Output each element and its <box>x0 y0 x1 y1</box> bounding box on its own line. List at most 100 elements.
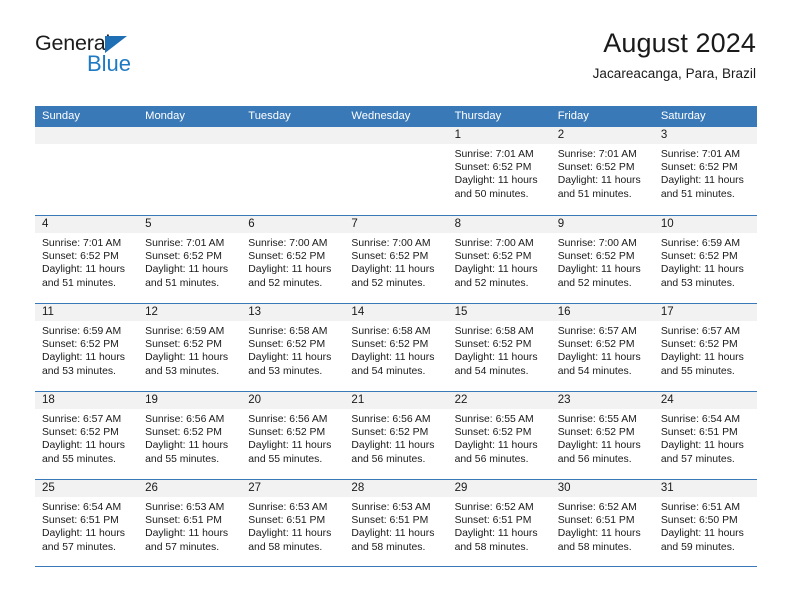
day-cell[interactable]: 13 Sunrise: 6:58 AM Sunset: 6:52 PM Dayligh… <box>241 304 345 391</box>
day-sun-info: Sunrise: 6:59 AM Sunset: 6:52 PM Daylight:… <box>654 233 757 290</box>
day-sun-info: Sunrise: 6:53 AM Sunset: 6:51 PM Daylight:… <box>138 497 241 554</box>
day-cell[interactable]: 14 Sunrise: 6:58 AM Sunset: 6:52 PM Dayligh… <box>344 304 448 391</box>
day-cell[interactable]: 29 Sunrise: 6:52 AM Sunset: 6:51 PM Dayligh… <box>447 480 551 566</box>
day-cell[interactable]: 9 Sunrise: 7:00 AM Sunset: 6:52 PM Daylight… <box>550 216 654 303</box>
sunset-text: Sunset: 6:51 PM <box>557 515 635 527</box>
day-cell[interactable]: 6 Sunrise: 7:00 AM Sunset: 6:52 PM Daylight… <box>241 216 345 303</box>
day-number-band: 30 <box>550 480 654 497</box>
sunrise-text: Sunrise: 6:54 AM <box>660 414 740 425</box>
page-header: General Blue August 2024 Jacareacanga, P… <box>0 0 792 104</box>
day-number-band: 16 <box>550 304 654 321</box>
day-sun-info: Sunrise: 7:01 AM Sunset: 6:52 PM Daylight:… <box>551 144 654 201</box>
generalblue-logo[interactable]: General Blue <box>35 32 235 85</box>
day-cell[interactable]: 28 Sunrise: 6:53 AM Sunset: 6:51 PM Dayligh… <box>344 480 448 566</box>
daylight-text-line1: Daylight: 11 hours <box>557 440 641 452</box>
daylight-text-line1: Daylight: 11 hours <box>454 352 538 364</box>
daylight-text-line1: Daylight: 11 hours <box>248 264 332 276</box>
daylight-text-line2: and 55 minutes. <box>660 365 735 377</box>
sunrise-text: Sunrise: 7:01 AM <box>557 149 637 160</box>
day-number-band: 31 <box>653 480 757 497</box>
day-cell[interactable]: 4 Sunrise: 7:01 AM Sunset: 6:52 PM Daylight… <box>35 216 139 303</box>
daylight-text-line1: Daylight: 11 hours <box>248 352 332 364</box>
day-cell[interactable]: 18 Sunrise: 6:57 AM Sunset: 6:52 PM Dayligh… <box>35 392 139 479</box>
day-cell-empty <box>241 127 345 215</box>
calendar-page: General Blue August 2024 Jacareacanga, P… <box>0 0 792 612</box>
calendar-grid: Sunday Monday Tuesday Wednesday Thursday Frid… <box>35 106 757 567</box>
sunset-text: Sunset: 6:51 PM <box>248 515 326 527</box>
sunset-text: Sunset: 6:52 PM <box>42 427 119 439</box>
day-cell[interactable]: 11 Sunrise: 6:59 AM Sunset: 6:52 PM Dayligh… <box>35 304 139 391</box>
day-cell[interactable]: 20 Sunrise: 6:56 AM Sunset: 6:52 PM Dayligh… <box>241 392 345 479</box>
sunrise-text: Sunrise: 7:00 AM <box>454 238 534 249</box>
daylight-text-line2: and 58 minutes. <box>557 541 632 553</box>
day-cell[interactable]: 16 Sunrise: 6:57 AM Sunset: 6:52 PM Dayligh… <box>550 304 654 391</box>
sunset-text: Sunset: 6:52 PM <box>660 251 738 263</box>
day-cell[interactable]: 26 Sunrise: 6:53 AM Sunset: 6:51 PM Dayligh… <box>138 480 242 566</box>
day-cell[interactable]: 8 Sunrise: 7:00 AM Sunset: 6:52 PM Daylight… <box>447 216 551 303</box>
daylight-text-line2: and 52 minutes. <box>454 277 529 289</box>
day-number-band: 10 <box>653 216 757 233</box>
day-cell[interactable]: 24 Sunrise: 6:54 AM Sunset: 6:51 PM Dayligh… <box>653 392 757 479</box>
day-cell[interactable]: 19 Sunrise: 6:56 AM Sunset: 6:52 PM Dayligh… <box>138 392 242 479</box>
sunrise-text: Sunrise: 6:59 AM <box>660 238 740 249</box>
sunset-text: Sunset: 6:52 PM <box>557 339 635 351</box>
day-cell[interactable]: 7 Sunrise: 7:00 AM Sunset: 6:52 PM Daylight… <box>344 216 448 303</box>
sunset-text: Sunset: 6:52 PM <box>557 162 635 174</box>
day-number: 25 <box>42 482 55 494</box>
day-number-band: 22 <box>447 392 551 409</box>
day-number-band: 2 <box>550 127 654 144</box>
day-number: 30 <box>557 482 571 494</box>
sunrise-text: Sunrise: 7:00 AM <box>557 238 637 249</box>
sunrise-text: Sunrise: 6:58 AM <box>248 326 328 337</box>
sunrise-text: Sunrise: 6:56 AM <box>145 414 225 425</box>
day-cell[interactable]: 23 Sunrise: 6:55 AM Sunset: 6:52 PM Dayligh… <box>550 392 654 479</box>
daylight-text-line1: Daylight: 11 hours <box>42 352 125 364</box>
day-number: 6 <box>248 218 255 230</box>
day-number-band: 26 <box>138 480 242 497</box>
day-cell[interactable]: 27 Sunrise: 6:53 AM Sunset: 6:51 PM Dayligh… <box>241 480 345 566</box>
day-number-band: 18 <box>35 392 139 409</box>
sunset-text: Sunset: 6:52 PM <box>351 251 429 263</box>
day-cell[interactable]: 2 Sunrise: 7:01 AM Sunset: 6:52 PM Daylight… <box>550 127 654 215</box>
day-number: 17 <box>660 306 674 318</box>
day-number-band: 12 <box>138 304 242 321</box>
daylight-text-line1: Daylight: 11 hours <box>351 440 435 452</box>
weekday-header-thursday: Thursday <box>454 110 502 122</box>
daylight-text-line2: and 58 minutes. <box>351 541 426 553</box>
day-sun-info: Sunrise: 7:01 AM Sunset: 6:52 PM Daylight:… <box>448 144 551 201</box>
day-cell[interactable]: 17 Sunrise: 6:57 AM Sunset: 6:52 PM Dayligh… <box>653 304 757 391</box>
sunrise-text: Sunrise: 6:55 AM <box>557 414 637 425</box>
day-number-band: 4 <box>35 216 139 233</box>
day-cell[interactable]: 5 Sunrise: 7:01 AM Sunset: 6:52 PM Daylight… <box>138 216 242 303</box>
day-cell[interactable]: 21 Sunrise: 6:56 AM Sunset: 6:52 PM Dayligh… <box>344 392 448 479</box>
sunrise-text: Sunrise: 6:59 AM <box>145 326 225 337</box>
day-cell[interactable]: 1 Sunrise: 7:01 AM Sunset: 6:52 PM Daylight… <box>447 127 551 215</box>
sunset-text: Sunset: 6:52 PM <box>248 427 326 439</box>
day-number: 2 <box>557 129 565 141</box>
day-cell[interactable]: 3 Sunrise: 7:01 AM Sunset: 6:52 PM Daylight… <box>653 127 757 215</box>
day-sun-info: Sunrise: 6:56 AM Sunset: 6:52 PM Daylight:… <box>138 409 241 466</box>
day-number-band: 3 <box>653 127 757 144</box>
day-number: 23 <box>557 394 571 406</box>
sunrise-text: Sunrise: 6:56 AM <box>248 414 328 425</box>
daylight-text-line2: and 51 minutes. <box>42 277 116 289</box>
daylight-text-line1: Daylight: 11 hours <box>660 175 744 187</box>
day-sun-info: Sunrise: 6:59 AM Sunset: 6:52 PM Daylight:… <box>35 321 138 378</box>
day-cell[interactable]: 30 Sunrise: 6:52 AM Sunset: 6:51 PM Dayligh… <box>550 480 654 566</box>
day-cell[interactable]: 22 Sunrise: 6:55 AM Sunset: 6:52 PM Dayligh… <box>447 392 551 479</box>
sunset-text: Sunset: 6:52 PM <box>145 339 222 351</box>
sunrise-text: Sunrise: 6:53 AM <box>145 502 225 513</box>
day-cell[interactable]: 15 Sunrise: 6:58 AM Sunset: 6:52 PM Dayligh… <box>447 304 551 391</box>
daylight-text-line2: and 58 minutes. <box>454 541 529 553</box>
day-cell-empty <box>138 127 242 215</box>
day-sun-info: Sunrise: 6:57 AM Sunset: 6:52 PM Daylight:… <box>35 409 138 466</box>
day-sun-info: Sunrise: 7:00 AM Sunset: 6:52 PM Daylight:… <box>448 233 551 290</box>
day-cell-empty <box>344 127 448 215</box>
day-cell[interactable]: 10 Sunrise: 6:59 AM Sunset: 6:52 PM Dayligh… <box>653 216 757 303</box>
sunset-text: Sunset: 6:52 PM <box>454 427 532 439</box>
daylight-text-line2: and 54 minutes. <box>351 365 426 377</box>
day-cell[interactable]: 12 Sunrise: 6:59 AM Sunset: 6:52 PM Dayligh… <box>138 304 242 391</box>
day-cell[interactable]: 25 Sunrise: 6:54 AM Sunset: 6:51 PM Dayligh… <box>35 480 139 566</box>
day-cell[interactable]: 31 Sunrise: 6:51 AM Sunset: 6:50 PM Dayligh… <box>653 480 757 566</box>
weekday-header-friday: Friday <box>557 110 589 122</box>
